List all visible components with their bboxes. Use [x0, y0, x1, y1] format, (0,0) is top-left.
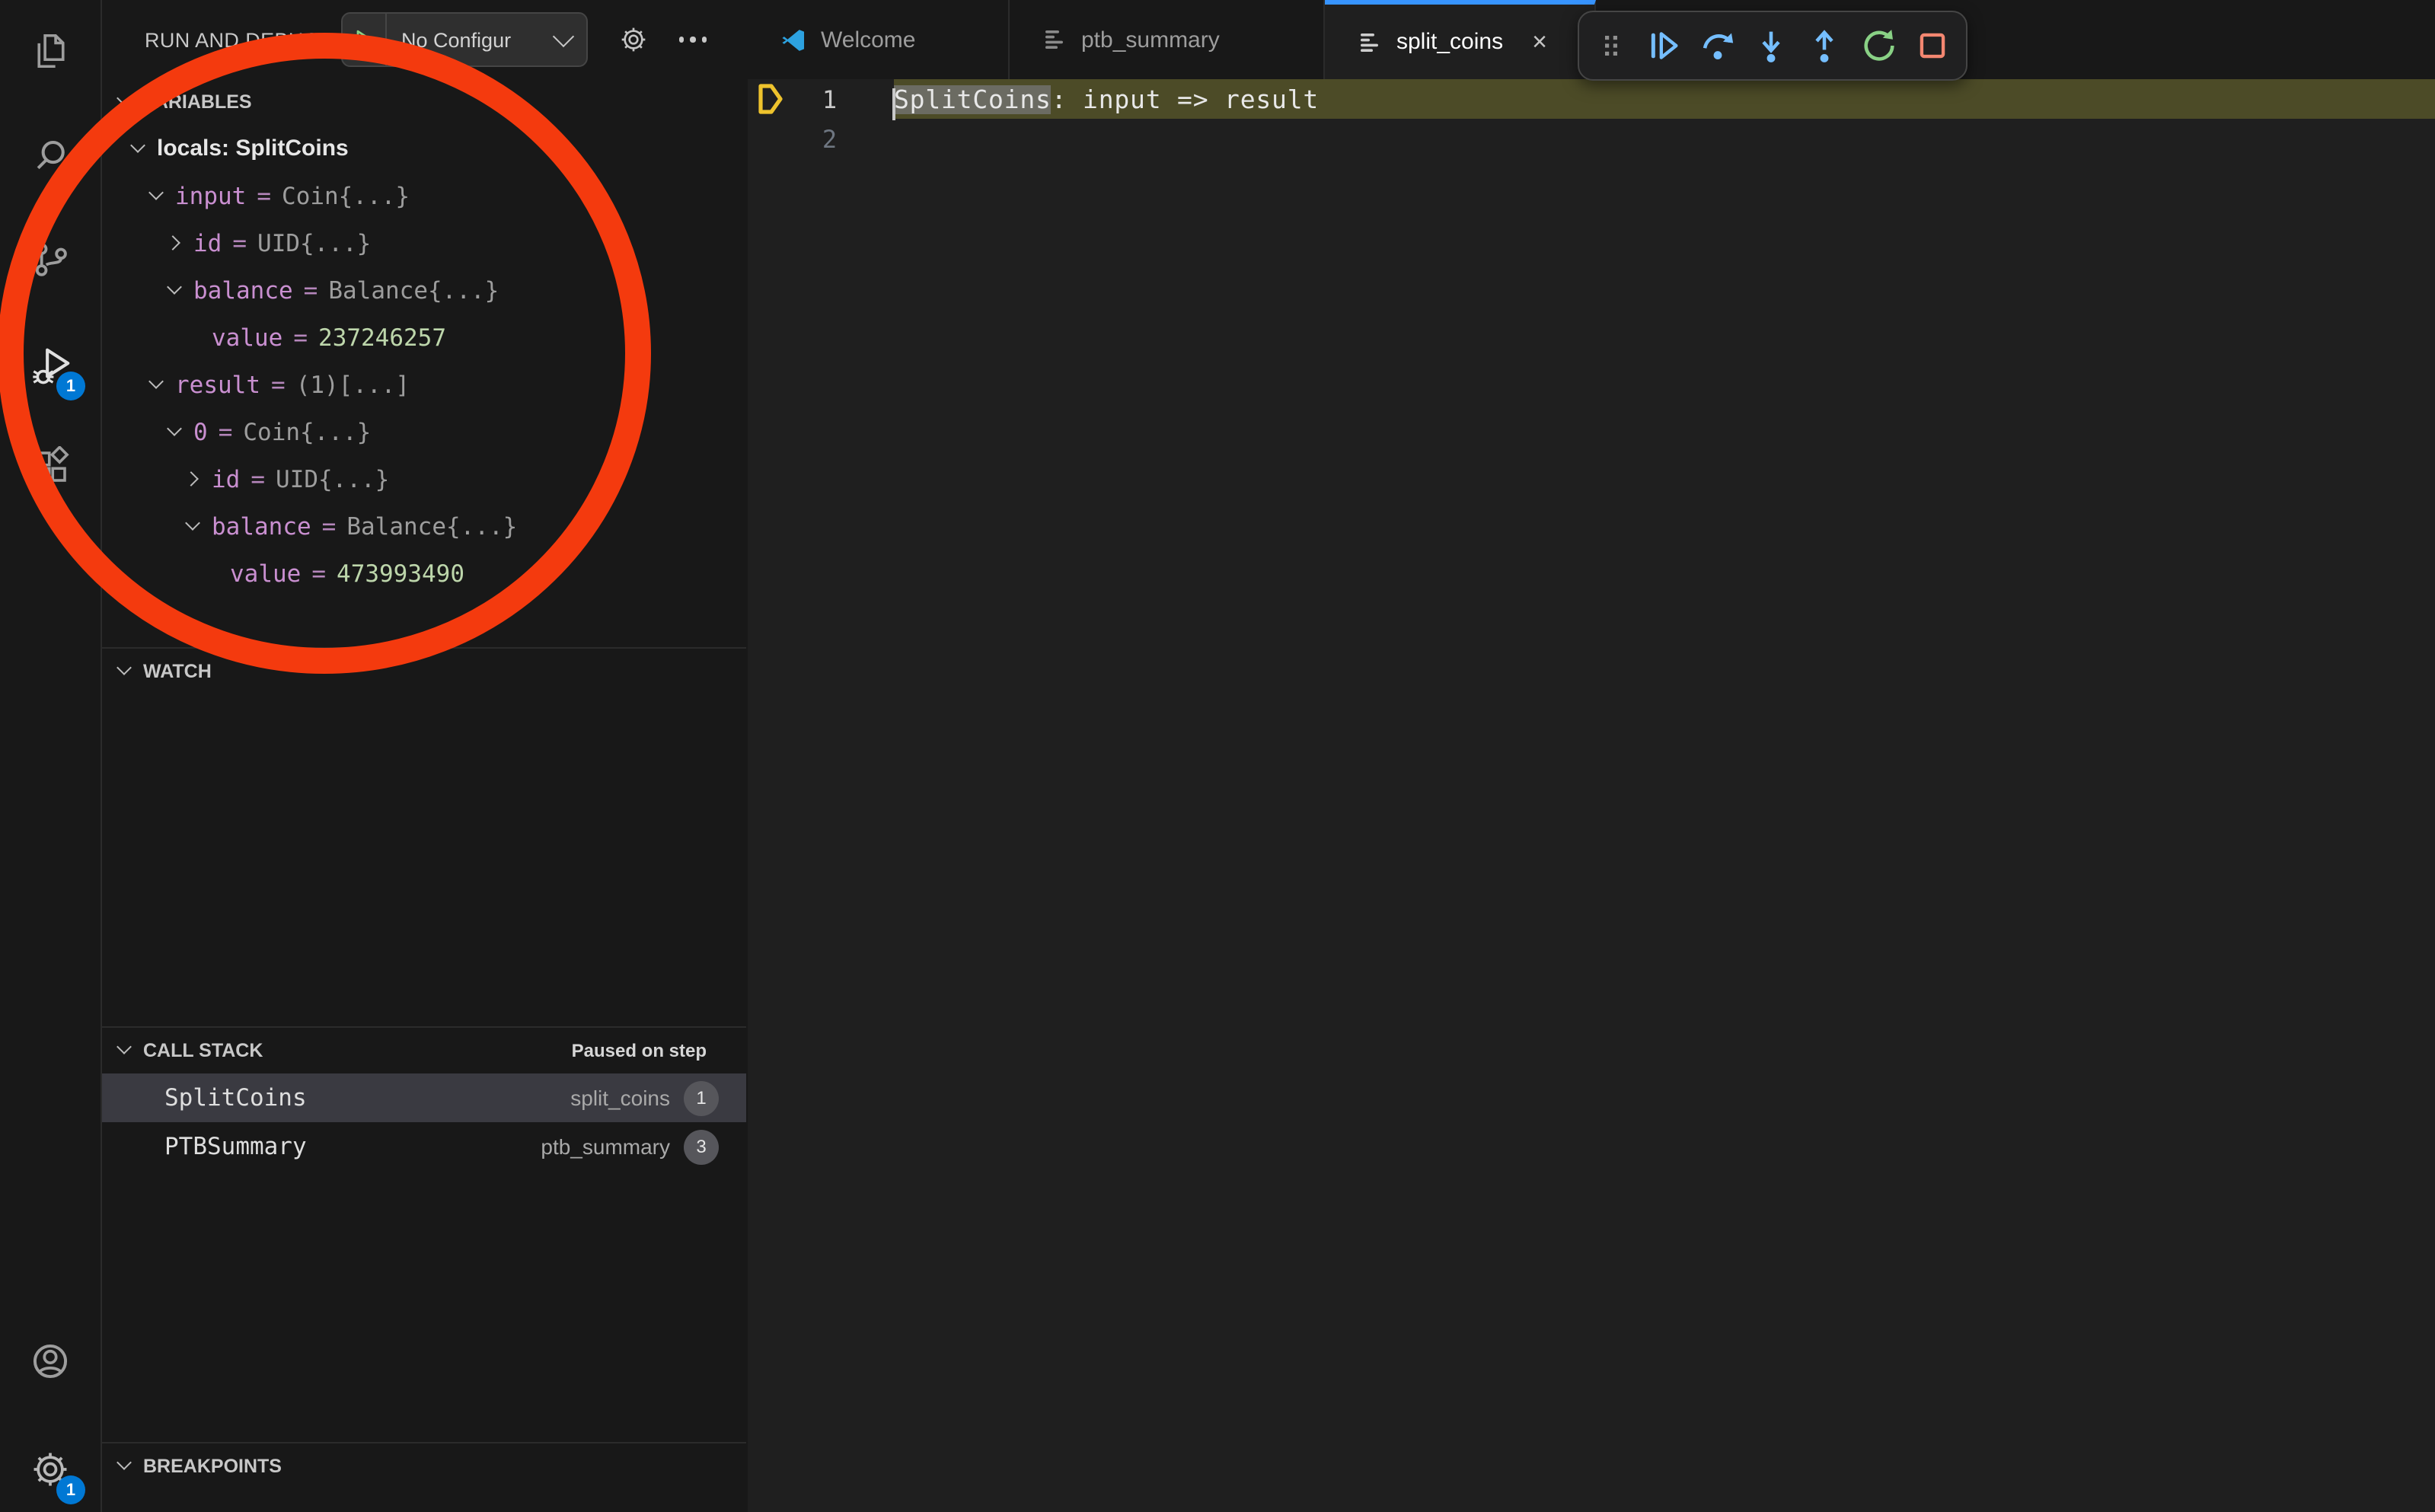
- chevron-down-icon: [128, 138, 149, 159]
- call-stack-frame[interactable]: SplitCoins split_coins 1: [102, 1073, 746, 1122]
- close-icon[interactable]: ×: [1532, 29, 1547, 55]
- continue-icon[interactable]: [1644, 26, 1683, 65]
- start-debugging-button[interactable]: [342, 14, 386, 65]
- frame-line-badge: 3: [684, 1129, 719, 1164]
- gear-icon: [618, 24, 648, 55]
- variables-section-header[interactable]: VARIABLES: [102, 79, 746, 125]
- more-actions-icon[interactable]: [678, 37, 707, 43]
- editor-tab-bar: Welcome ptb_summary split_coins ×: [748, 0, 2435, 79]
- chevron-down-icon: [114, 1456, 136, 1477]
- no-chevron: [183, 327, 204, 348]
- variables-scope-row[interactable]: locals: SplitCoins: [102, 125, 746, 172]
- breakpoints-section-header[interactable]: BREAKPOINTS: [102, 1443, 746, 1489]
- source-control-icon: [30, 238, 71, 279]
- step-into-icon[interactable]: [1751, 26, 1791, 65]
- breakpoint-gutter[interactable]: [748, 84, 793, 114]
- sidebar-item-source-control[interactable]: [14, 222, 87, 295]
- line-number: 2: [793, 124, 838, 153]
- frame-line-badge: 1: [684, 1080, 719, 1115]
- chevron-down-icon: [164, 421, 186, 442]
- variable-row[interactable]: value=473993490: [102, 550, 746, 597]
- stop-icon[interactable]: [1913, 26, 1952, 65]
- debug-config-label: No Configur: [386, 28, 549, 51]
- code-editor[interactable]: 1 SplitCoins: input => result 2: [748, 79, 2435, 1512]
- debug-config-dropdown[interactable]: No Configur: [340, 12, 587, 67]
- tab-ptb-summary[interactable]: ptb_summary: [1010, 0, 1325, 79]
- vscode-logo-icon: [781, 27, 807, 53]
- call-stack-section: CALL STACK Paused on step SplitCoins spl…: [102, 1026, 746, 1442]
- variable-row[interactable]: 0=Coin{...}: [102, 408, 746, 455]
- activity-bar: 1 1: [0, 0, 102, 1512]
- sidebar-item-search[interactable]: [14, 119, 87, 192]
- tab-welcome[interactable]: Welcome: [748, 0, 1010, 79]
- debug-toolbar: [1578, 11, 1967, 81]
- run-play-icon: [351, 27, 375, 52]
- chevron-down-icon: [114, 661, 136, 682]
- chevron-right-icon: [183, 468, 204, 490]
- chevron-down-icon: [164, 279, 186, 301]
- sidebar-item-explorer[interactable]: [14, 14, 87, 87]
- settings-badge: 1: [56, 1475, 85, 1504]
- variable-row[interactable]: id=UID{...}: [102, 219, 746, 266]
- code-line-2[interactable]: 2: [748, 119, 2435, 158]
- call-stack-section-header[interactable]: CALL STACK Paused on step: [102, 1028, 746, 1073]
- run-and-debug-panel: RUN AND DEBUG No Configur: [102, 0, 746, 1512]
- chevron-right-icon: [164, 232, 186, 254]
- list-file-icon: [1358, 30, 1383, 54]
- debug-settings-button[interactable]: [618, 24, 648, 55]
- search-icon: [30, 135, 71, 176]
- debug-current-line-icon: [758, 84, 783, 114]
- accounts-menu[interactable]: [14, 1325, 87, 1398]
- no-chevron: [201, 563, 222, 584]
- chevron-down-icon: [146, 185, 168, 206]
- call-stack-frame[interactable]: PTBSummary ptb_summary 3: [102, 1122, 746, 1171]
- variable-row[interactable]: balance=Balance{...}: [102, 502, 746, 550]
- chevron-down-icon: [146, 374, 168, 395]
- code-text[interactable]: SplitCoins: input => result: [894, 85, 1319, 113]
- tab-split-coins[interactable]: split_coins ×: [1325, 0, 1596, 79]
- chevron-down-icon: [183, 515, 204, 537]
- chevron-down-icon: [552, 26, 573, 47]
- vscode-window: 1 1 RUN AND DEBUG: [0, 0, 2435, 1512]
- watch-section: WATCH: [102, 647, 746, 1026]
- line-number: 1: [793, 85, 838, 113]
- code-line-1[interactable]: 1 SplitCoins: input => result: [748, 79, 2435, 119]
- files-icon: [30, 30, 71, 71]
- account-icon: [29, 1340, 72, 1383]
- extensions-icon: [30, 445, 71, 486]
- editor-area: Welcome ptb_summary split_coins ×: [748, 0, 2435, 1512]
- list-file-icon: [1043, 27, 1068, 52]
- sidebar-item-extensions[interactable]: [14, 429, 87, 502]
- chevron-down-icon: [114, 1040, 136, 1061]
- variable-row[interactable]: result=(1)[...]: [102, 361, 746, 408]
- step-over-icon[interactable]: [1697, 26, 1737, 65]
- sidebar-item-run-debug[interactable]: 1: [14, 329, 87, 402]
- debug-count-badge: 1: [56, 372, 85, 400]
- step-out-icon[interactable]: [1805, 26, 1845, 65]
- variable-row[interactable]: balance=Balance{...}: [102, 266, 746, 314]
- breakpoints-section: BREAKPOINTS: [102, 1442, 746, 1512]
- variable-row[interactable]: input=Coin{...}: [102, 172, 746, 219]
- variable-row[interactable]: id=UID{...}: [102, 455, 746, 502]
- sidebar-header: RUN AND DEBUG No Configur: [102, 0, 746, 79]
- watch-section-header[interactable]: WATCH: [102, 649, 746, 694]
- restart-icon[interactable]: [1859, 26, 1898, 65]
- debug-status-text: Paused on step: [572, 1040, 707, 1061]
- variable-row[interactable]: value=237246257: [102, 314, 746, 361]
- panel-title: RUN AND DEBUG: [145, 28, 340, 51]
- chevron-down-icon: [114, 91, 136, 113]
- text-cursor: [892, 88, 895, 120]
- variables-section: VARIABLES locals: SplitCoins input=Coin{…: [102, 79, 746, 647]
- manage-menu[interactable]: 1: [14, 1433, 87, 1506]
- drag-handle-icon[interactable]: [1593, 27, 1629, 64]
